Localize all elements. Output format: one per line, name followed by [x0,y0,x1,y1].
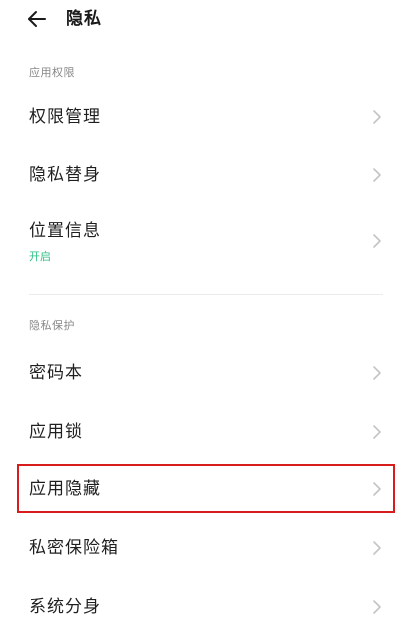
header-bar: 隐私 [0,0,414,40]
chevron-right-icon [373,600,381,614]
chevron-right-icon [373,110,381,124]
section-divider [29,294,383,295]
list-item-label: 私密保险箱 [29,538,119,558]
list-item-password-book[interactable]: 密码本 [0,346,414,400]
section-title-app-permissions: 应用权限 [29,66,75,79]
chevron-right-icon [373,425,381,439]
location-status-text: 开启 [29,250,51,263]
list-item-label: 密码本 [29,363,83,383]
list-item-label: 位置信息 [29,221,101,241]
list-item-privacy-substitute[interactable]: 隐私替身 [0,148,414,202]
list-item-app-hide[interactable]: 应用隐藏 [0,463,414,515]
list-item-app-lock[interactable]: 应用锁 [0,405,414,459]
list-item-label: 权限管理 [29,107,101,127]
list-item-label: 应用隐藏 [29,479,101,499]
chevron-right-icon [373,366,381,380]
list-item-label: 隐私替身 [29,165,101,185]
list-item-label: 应用锁 [29,422,83,442]
section-title-privacy-protection: 隐私保护 [29,319,75,332]
list-item-private-safe[interactable]: 私密保险箱 [0,521,414,575]
list-item-system-clone[interactable]: 系统分身 [0,580,414,631]
chevron-right-icon [373,541,381,555]
list-item-location[interactable]: 位置信息 开启 [0,208,414,272]
chevron-right-icon [373,234,381,248]
chevron-right-icon [373,168,381,182]
list-item-permission-management[interactable]: 权限管理 [0,90,414,144]
list-item-label: 系统分身 [29,597,101,617]
back-arrow-icon[interactable] [26,8,48,30]
chevron-right-icon [373,482,381,496]
page-title: 隐私 [66,9,102,29]
